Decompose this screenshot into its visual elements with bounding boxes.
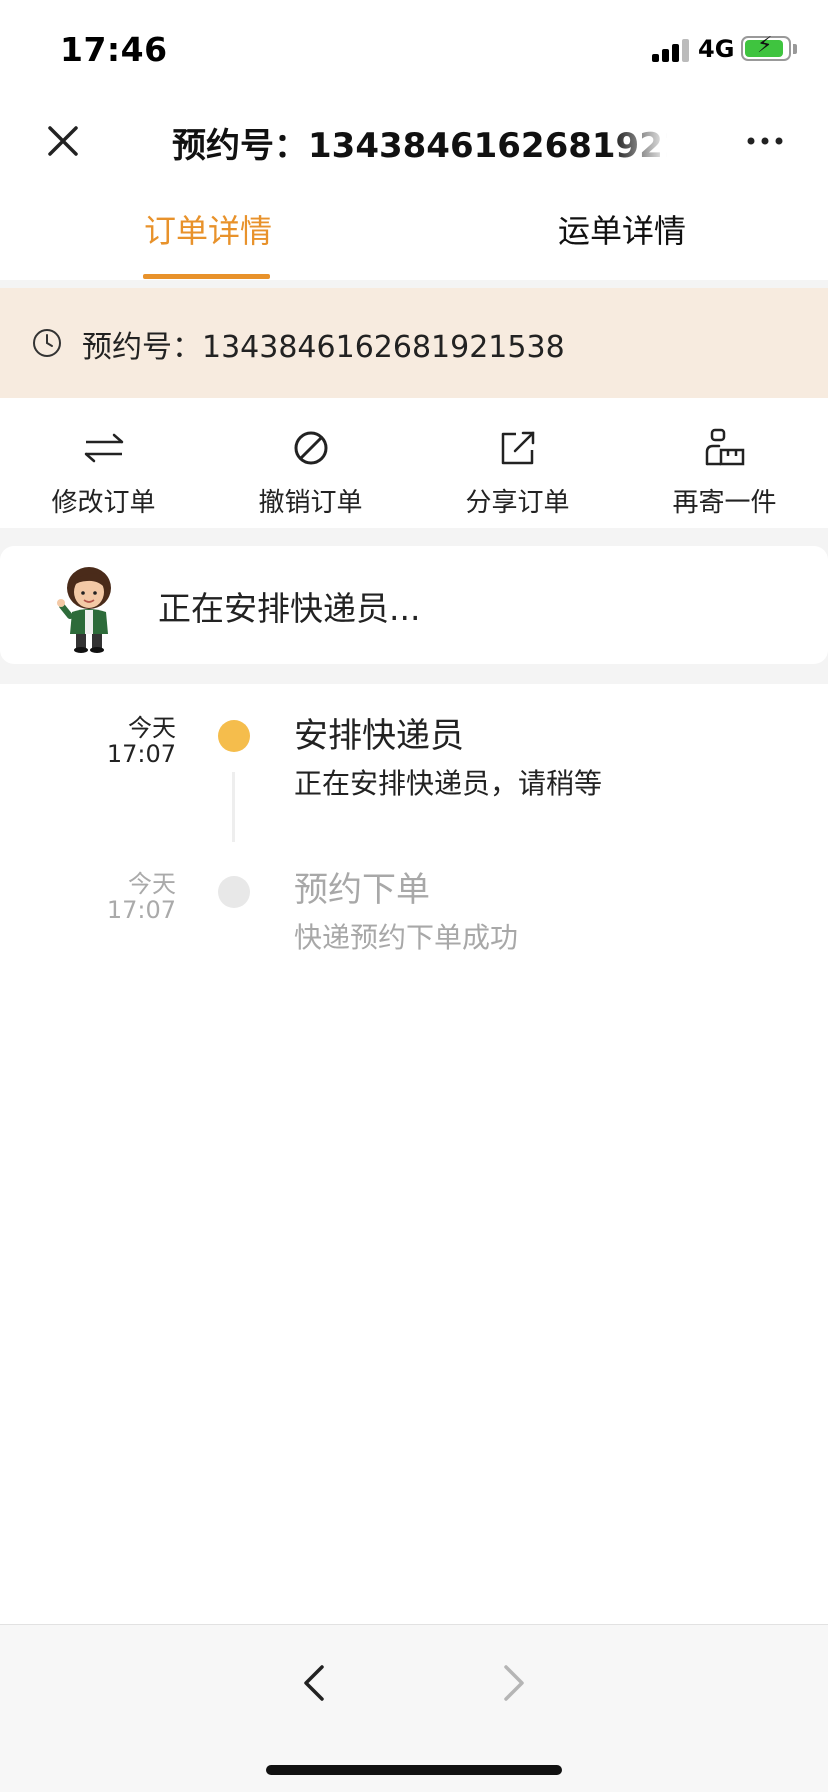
share-order-label: 分享订单 [465, 488, 570, 518]
send-again-label: 再寄一件 [672, 488, 777, 518]
order-number-banner: 预约号：1343846162681921538 [0, 288, 828, 398]
cancel-icon [294, 431, 328, 465]
status-time: 17:46 [60, 30, 168, 69]
close-button[interactable] [40, 118, 86, 164]
order-timeline: 今天 17:07 安排快递员 正在安排快递员，请稍等 今天 17:07 预约下单… [0, 684, 828, 1624]
back-button[interactable] [294, 1653, 334, 1713]
order-actions: 修改订单 撤销订单 分享订单 再寄一件 [0, 398, 828, 528]
signal-icon [652, 38, 690, 62]
send-again-button[interactable]: 再寄一件 [621, 398, 828, 528]
timeline-desc: 快递预约下单成功 [294, 921, 519, 954]
courier-status-card: 正在安排快递员... [0, 546, 828, 664]
send-package-icon [705, 428, 745, 466]
order-number: 预约号：1343846162681921538 [82, 330, 565, 365]
courier-avatar [57, 567, 111, 653]
chevron-left-icon [304, 1665, 324, 1701]
timeline-time: 17:07 [106, 740, 176, 768]
more-button[interactable] [740, 116, 790, 166]
home-indicator [266, 1765, 562, 1775]
charging-bolt-icon: ⚡ [757, 33, 773, 58]
timeline-title: 安排快递员 [294, 716, 464, 756]
cancel-order-label: 撤销订单 [258, 488, 363, 518]
network-type: 4G [698, 35, 735, 63]
timeline-time: 17:07 [106, 896, 176, 924]
swap-icon [84, 433, 124, 463]
navbar: 预约号：1343846162681921538 [0, 96, 828, 186]
share-icon [501, 431, 535, 465]
share-order-button[interactable]: 分享订单 [414, 398, 621, 528]
timeline-desc: 正在安排快递员，请稍等 [294, 767, 603, 800]
chevron-right-icon [504, 1665, 524, 1701]
page-title: 预约号：1343846162681921538 [172, 126, 667, 166]
bottom-navigation-bar [0, 1624, 828, 1792]
tab-waybill-details[interactable]: 运单详情 [558, 206, 686, 252]
battery-icon: ⚡ [741, 33, 791, 61]
timeline-inactive-dot [218, 876, 250, 908]
more-icon [747, 137, 783, 145]
clock-icon [33, 329, 61, 357]
timeline-connector [232, 772, 235, 842]
tab-bar: 订单详情 运单详情 [0, 186, 828, 280]
close-icon [48, 126, 78, 156]
forward-button[interactable] [494, 1653, 534, 1713]
cancel-order-button[interactable]: 撤销订单 [207, 398, 414, 528]
tab-order-details[interactable]: 订单详情 [144, 206, 272, 252]
active-tab-indicator [143, 274, 270, 279]
modify-order-button[interactable]: 修改订单 [0, 398, 207, 528]
modify-order-label: 修改订单 [51, 488, 156, 518]
timeline-title: 预约下单 [294, 870, 430, 910]
courier-status-text: 正在安排快递员... [158, 589, 421, 628]
status-bar: 17:46 4G ⚡ [0, 0, 828, 96]
timeline-day: 今天 [128, 870, 176, 898]
timeline-active-dot [218, 720, 250, 752]
timeline-day: 今天 [128, 714, 176, 742]
